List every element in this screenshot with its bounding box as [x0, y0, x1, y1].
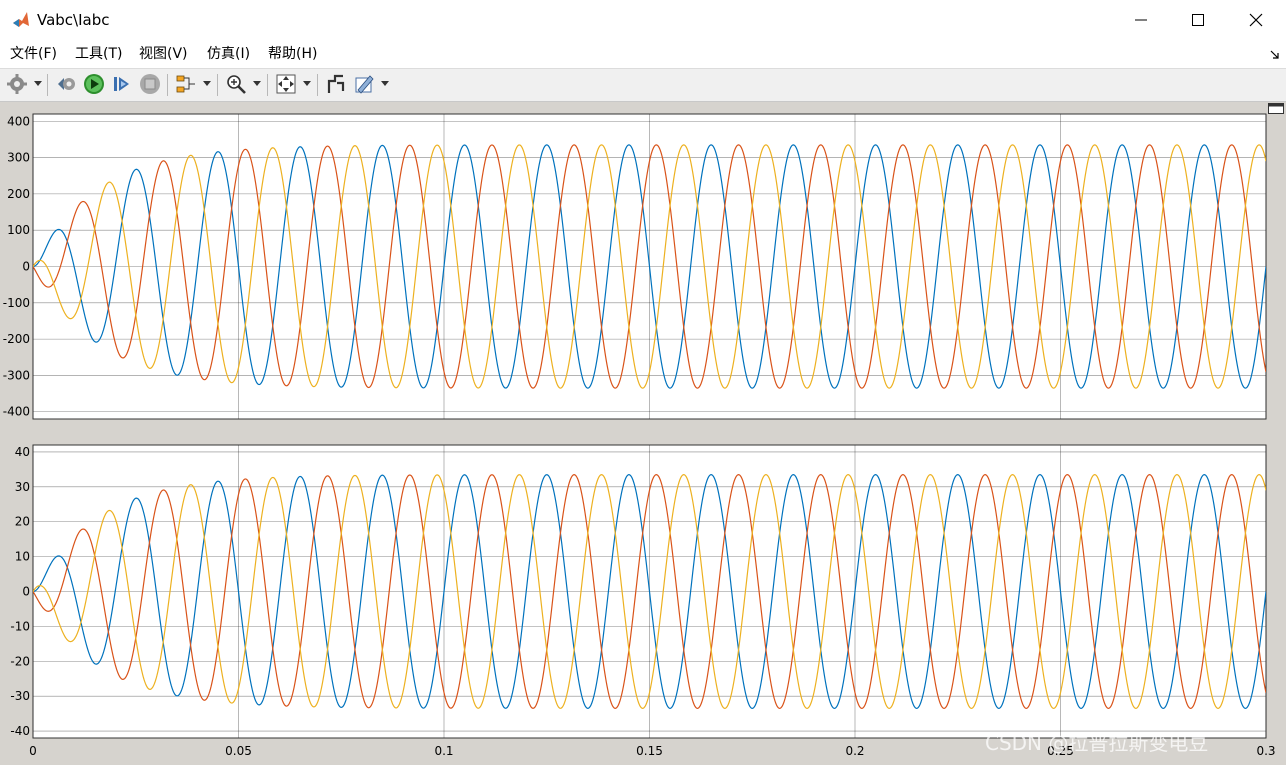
- x-tick-label: 0.15: [636, 744, 663, 758]
- scope-plots: -400-300-200-1000100200300400 -40-30-20-…: [3, 113, 1276, 758]
- y-tick-label: -100: [3, 296, 30, 310]
- y-tick-label: 300: [7, 151, 30, 165]
- y-tick-label: 20: [15, 515, 30, 529]
- y-tick-label: 30: [15, 480, 30, 494]
- y-tick-label: -40: [10, 724, 30, 738]
- y-tick-label: 0: [22, 260, 30, 274]
- y-tick-label: 40: [15, 445, 30, 459]
- y-tick-label: -400: [3, 405, 30, 419]
- x-tick-label: 0.3: [1256, 744, 1275, 758]
- y-tick-label: -300: [3, 368, 30, 382]
- x-tick-label: 0: [29, 744, 37, 758]
- watermark: CSDN @拉普拉斯变电豆: [985, 731, 1209, 755]
- x-tick-label: 0.05: [225, 744, 252, 758]
- x-tick-label: 0.1: [434, 744, 453, 758]
- y-tick-label: 0: [22, 585, 30, 599]
- y-tick-label: -200: [3, 332, 30, 346]
- current-axes[interactable]: -40-30-20-100102030400 0.05 0.1 0.15 0.2 0.25…: [10, 444, 1276, 758]
- y-tick-label: 400: [7, 114, 30, 128]
- y-tick-label: -30: [10, 689, 30, 703]
- y-tick-label: 10: [15, 550, 30, 564]
- y-tick-label: -10: [10, 619, 30, 633]
- x-tick-label: 0.2: [845, 744, 864, 758]
- voltage-axes[interactable]: -400 -300 -200 -100 0 100 200 300 400: [3, 113, 1267, 420]
- y-tick-label: -20: [10, 654, 30, 668]
- y-tick-label: 200: [7, 187, 30, 201]
- y-tick-label: 100: [7, 223, 30, 237]
